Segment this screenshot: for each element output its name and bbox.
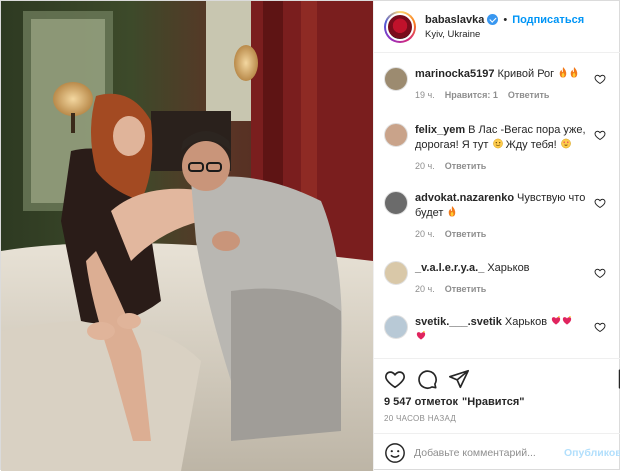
commenter-avatar[interactable] (384, 191, 408, 215)
comment-text: felix_yem В Лас -Вегас пора уже, дорогая!… (415, 123, 595, 153)
like-comment-heart-icon[interactable] (594, 197, 606, 209)
follow-button[interactable]: Подписаться (512, 14, 584, 26)
comment-time[interactable]: 19 ч. (415, 90, 435, 100)
bookmark-icon (618, 368, 620, 389)
author-username[interactable]: babaslavka (425, 14, 484, 26)
likes-number: 9 547 отметок (384, 396, 458, 408)
comment-item: _v.a.l.e.r.y.a._ Харьков 20 ч. Ответить (384, 261, 610, 294)
smiley-icon (385, 442, 405, 463)
comment-text: svetik.___.svetik Харьков (415, 315, 595, 345)
author-avatar[interactable] (384, 10, 416, 43)
comment-time[interactable]: 20 ч. (415, 229, 435, 239)
comment-meta: 19 ч. Нравится: 1 Ответить (415, 90, 595, 100)
add-comment-bar: Опубликовать (374, 433, 620, 471)
like-comment-heart-icon[interactable] (594, 267, 606, 279)
comment-button[interactable] (416, 368, 438, 390)
paper-plane-icon (449, 369, 469, 388)
heart-eyes-emoji-icon (560, 138, 571, 149)
comment-username[interactable]: _v.a.l.e.r.y.a._ (415, 262, 484, 274)
post-photo[interactable] (1, 1, 373, 471)
comment-username[interactable]: felix_yem (415, 124, 465, 136)
comment-item: advokat.nazarenko Чувствую что будет 20 ч… (384, 191, 610, 239)
comment-bubble-icon (418, 369, 437, 389)
commenter-avatar[interactable] (384, 67, 408, 91)
comment-message: Харьков (487, 262, 530, 274)
verified-badge-icon (487, 14, 499, 25)
location-link[interactable]: Kyiv, Ukraine (425, 29, 584, 40)
comment-time[interactable]: 20 ч. (415, 284, 435, 294)
avatar-image (386, 12, 414, 41)
instagram-post: babaslavka • Подписаться Kyiv, Ukraine m… (0, 0, 620, 471)
likes-count[interactable]: 9 547 отметок "Нравится" (374, 392, 620, 408)
comment-body: _v.a.l.e.r.y.a._ Харьков 20 ч. Ответить (415, 261, 595, 294)
comment-text: advokat.nazarenko Чувствую что будет (415, 191, 595, 221)
comment-message: Харьков (504, 316, 548, 328)
publish-button[interactable]: Опубликовать (564, 447, 620, 459)
dot-separator: • (503, 13, 508, 26)
comment-message: Кривой Рог (497, 68, 555, 80)
emoji-picker-button[interactable] (384, 442, 406, 464)
comment-text: _v.a.l.e.r.y.a._ Харьков (415, 261, 595, 276)
fire-emoji-icon (559, 67, 567, 78)
reply-button[interactable]: Ответить (445, 161, 487, 171)
comment-text: marinocka5197 Кривой Рог (415, 67, 595, 82)
sparkling-heart-emoji-icon (416, 330, 426, 340)
comment-item: svetik.___.svetik Харьков (384, 315, 610, 345)
sparkling-heart-emoji-icon (551, 315, 561, 325)
post-timestamp[interactable]: 20 ЧАСОВ НАЗАД (374, 408, 620, 433)
fire-emoji-icon (570, 67, 578, 78)
sparkling-heart-emoji-icon (562, 315, 572, 325)
like-comment-heart-icon[interactable] (594, 321, 606, 333)
reply-button[interactable]: Ответить (445, 229, 487, 239)
comments-list[interactable]: marinocka5197 Кривой Рог 19 ч. Нравится: … (374, 53, 620, 358)
heart-icon (385, 370, 405, 388)
share-button[interactable] (448, 368, 470, 390)
comment-item: marinocka5197 Кривой Рог 19 ч. Нравится: … (384, 67, 610, 100)
commenter-avatar[interactable] (384, 315, 408, 339)
header-text: babaslavka • Подписаться Kyiv, Ukraine (425, 14, 584, 40)
commenter-avatar[interactable] (384, 261, 408, 285)
comment-input[interactable] (414, 446, 564, 459)
like-button[interactable] (384, 368, 406, 390)
comment-body: marinocka5197 Кривой Рог 19 ч. Нравится: … (415, 67, 595, 100)
like-comment-heart-icon[interactable] (594, 73, 606, 85)
comment-username[interactable]: svetik.___.svetik (415, 316, 502, 328)
save-button[interactable] (615, 368, 620, 390)
comment-body: felix_yem В Лас -Вегас пора уже, дорогая!… (415, 123, 595, 171)
comment-meta: 20 ч. Ответить (415, 161, 595, 171)
comment-message-after: Жду тебя! (505, 139, 557, 151)
comment-meta: 20 ч. Ответить (415, 229, 595, 239)
like-comment-heart-icon[interactable] (594, 129, 606, 141)
comment-item: felix_yem В Лас -Вегас пора уже, дорогая!… (384, 123, 610, 171)
smile-emoji-icon (492, 138, 503, 149)
commenter-avatar[interactable] (384, 123, 408, 147)
reply-button[interactable]: Ответить (508, 90, 550, 100)
comment-body: svetik.___.svetik Харьков (415, 315, 595, 345)
comment-meta: 20 ч. Ответить (415, 284, 595, 294)
comment-username[interactable]: advokat.nazarenko (415, 192, 514, 204)
post-header: babaslavka • Подписаться Kyiv, Ukraine (374, 1, 620, 53)
header-row: babaslavka • Подписаться (425, 14, 584, 26)
comment-time[interactable]: 20 ч. (415, 161, 435, 171)
post-sidebar: babaslavka • Подписаться Kyiv, Ukraine m… (373, 1, 620, 471)
post-actions (374, 358, 620, 392)
reply-button[interactable]: Ответить (445, 284, 487, 294)
comment-body: advokat.nazarenko Чувствую что будет 20 ч… (415, 191, 595, 239)
likes-word: "Нравится" (462, 396, 525, 408)
comment-likes[interactable]: Нравится: 1 (445, 90, 498, 100)
comment-username[interactable]: marinocka5197 (415, 68, 495, 80)
fire-emoji-icon (449, 206, 456, 217)
photo-illustration (1, 1, 373, 471)
